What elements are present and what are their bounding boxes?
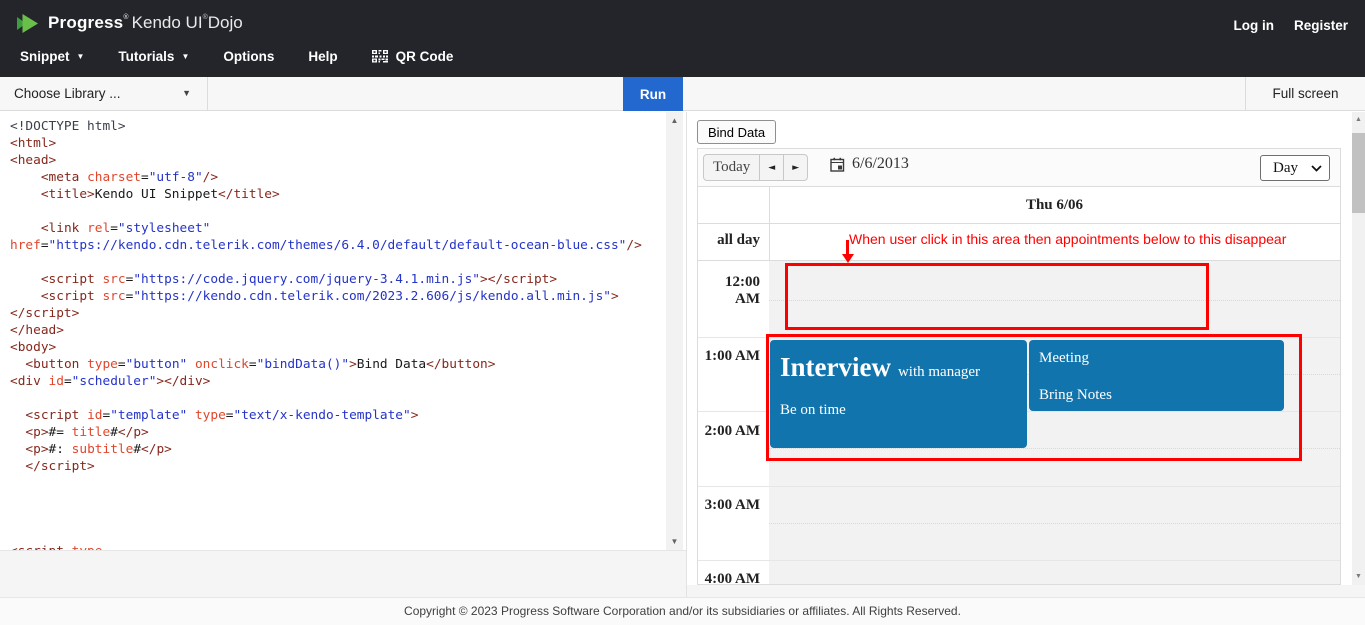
hour-line bbox=[698, 486, 1340, 487]
time-label: 1:00 AM bbox=[698, 348, 760, 365]
scroll-up-icon[interactable]: ▲ bbox=[1352, 116, 1365, 123]
brand-name: Progress® bbox=[48, 13, 129, 33]
code-line: <title>Kendo UI Snippet</title> bbox=[10, 186, 642, 203]
code-line bbox=[10, 203, 642, 220]
scheduler-widget: Today ◄ ► 6/6/2013 bbox=[697, 148, 1341, 585]
bind-data-button[interactable]: Bind Data bbox=[697, 120, 776, 144]
editor-scrollbar[interactable]: ▲ ▼ bbox=[666, 112, 683, 550]
full-screen-button[interactable]: Full screen bbox=[1245, 77, 1365, 110]
scroll-down-icon[interactable]: ▼ bbox=[666, 537, 683, 546]
run-toolbar: Choose Library ... ▼ Run Full screen bbox=[0, 77, 1365, 111]
code-line: href="https://kendo.cdn.telerik.com/them… bbox=[10, 237, 642, 254]
chevron-down-icon: ▼ bbox=[181, 52, 189, 61]
code-editor[interactable]: <!DOCTYPE html><html><head> <meta charse… bbox=[0, 112, 686, 550]
code-line: <p>#: subtitle#</p> bbox=[10, 441, 642, 458]
log-in-link[interactable]: Log in bbox=[1233, 18, 1274, 33]
chevron-down-icon: ▼ bbox=[182, 77, 191, 110]
nav-snippet[interactable]: Snippet▼ bbox=[20, 49, 84, 64]
editor-footer-area bbox=[0, 550, 686, 597]
nav-help[interactable]: Help bbox=[308, 49, 337, 64]
annotation-text: When user click in this area then appoin… bbox=[849, 231, 1286, 247]
code-line bbox=[10, 492, 642, 509]
annotation-rectangle-appointments bbox=[766, 334, 1302, 461]
code-line: <body> bbox=[10, 339, 642, 356]
prev-day-button[interactable]: ◄ bbox=[759, 155, 783, 180]
scroll-up-icon[interactable]: ▲ bbox=[666, 116, 683, 125]
nav-options[interactable]: Options bbox=[223, 49, 274, 64]
registered-mark: ® bbox=[123, 14, 128, 21]
progress-logo-icon bbox=[17, 14, 48, 33]
day-header-row: Thu 6/06 bbox=[698, 187, 1340, 224]
chevron-down-icon: ▼ bbox=[77, 52, 85, 61]
scheduler-toolbar: Today ◄ ► 6/6/2013 bbox=[698, 149, 1340, 187]
scheduler-nav-group: Today ◄ ► bbox=[703, 154, 808, 181]
auth-links: Log in Register bbox=[1233, 18, 1348, 33]
scroll-down-icon[interactable]: ▼ bbox=[1352, 573, 1365, 580]
code-line: <head> bbox=[10, 152, 642, 169]
result-footer-area bbox=[687, 585, 1365, 597]
code-line: <script src="https://code.jquery.com/jqu… bbox=[10, 271, 642, 288]
registered-mark: ® bbox=[203, 14, 208, 21]
nav-tutorials[interactable]: Tutorials▼ bbox=[118, 49, 189, 64]
view-select[interactable]: Day bbox=[1260, 155, 1330, 181]
code-line: </script> bbox=[10, 305, 642, 322]
date-label: 6/6/2013 bbox=[852, 155, 909, 173]
code-line: <script id="template" type="text/x-kendo… bbox=[10, 407, 642, 424]
code-line: <link rel="stylesheet" bbox=[10, 220, 642, 237]
code-line bbox=[10, 526, 642, 543]
today-button[interactable]: Today bbox=[704, 155, 759, 180]
nav-qr-code[interactable]: QR Code bbox=[372, 48, 454, 64]
top-bar: Progress® Kendo UI®Dojo Log in Register … bbox=[0, 0, 1365, 77]
code-line: <script type bbox=[10, 543, 642, 550]
scrollbar-thumb[interactable] bbox=[1352, 133, 1365, 213]
time-label: 12:00 AM bbox=[698, 274, 760, 308]
annotation-rectangle-empty-slot bbox=[785, 263, 1209, 330]
code-line: </head> bbox=[10, 322, 642, 339]
code-line bbox=[10, 475, 642, 492]
half-hour-line bbox=[769, 523, 1340, 524]
main-nav: Snippet▼ Tutorials▼ Options Help QR bbox=[20, 48, 453, 64]
code-line: <button type="button" onclick="bindData(… bbox=[10, 356, 642, 373]
day-header-label: Thu 6/06 bbox=[769, 187, 1340, 224]
select-chevron-icon bbox=[1311, 165, 1322, 172]
register-link[interactable]: Register bbox=[1294, 18, 1348, 33]
code-line bbox=[10, 509, 642, 526]
code-line: <meta charset="utf-8"/> bbox=[10, 169, 642, 186]
choose-library-dropdown[interactable]: Choose Library ... ▼ bbox=[0, 77, 208, 110]
copyright-footer: Copyright © 2023 Progress Software Corpo… bbox=[0, 597, 1365, 625]
time-label: 3:00 AM bbox=[698, 497, 760, 514]
progress-kendo-logo[interactable]: Progress® Kendo UI®Dojo bbox=[17, 13, 243, 33]
run-button[interactable]: Run bbox=[623, 77, 683, 111]
next-day-button[interactable]: ► bbox=[783, 155, 807, 180]
result-scrollbar[interactable]: ▲ ▼ bbox=[1352, 112, 1365, 585]
kendo-dojo-page: Progress® Kendo UI®Dojo Log in Register … bbox=[0, 0, 1365, 625]
code-line bbox=[10, 390, 642, 407]
code-line: <p>#= title#</p> bbox=[10, 424, 642, 441]
code-line: </script> bbox=[10, 458, 642, 475]
code-line: <div id="scheduler"></div> bbox=[10, 373, 642, 390]
code-line: <script src="https://kendo.cdn.telerik.c… bbox=[10, 288, 642, 305]
time-label: 4:00 AM bbox=[698, 571, 760, 585]
calendar-icon bbox=[830, 157, 845, 172]
product-name: Kendo UI®Dojo bbox=[132, 13, 243, 33]
all-day-label: all day bbox=[698, 232, 760, 249]
hour-line bbox=[698, 560, 1340, 561]
annotation-arrow-head bbox=[842, 254, 854, 263]
code-line: <!DOCTYPE html> bbox=[10, 118, 642, 135]
current-date[interactable]: 6/6/2013 bbox=[830, 155, 909, 173]
code-content[interactable]: <!DOCTYPE html><html><head> <meta charse… bbox=[10, 118, 642, 550]
result-pane: Bind Data Today ◄ ► bbox=[687, 112, 1365, 597]
time-label: 2:00 AM bbox=[698, 423, 760, 440]
code-line: <html> bbox=[10, 135, 642, 152]
code-line bbox=[10, 254, 642, 271]
qr-code-icon bbox=[372, 48, 388, 64]
